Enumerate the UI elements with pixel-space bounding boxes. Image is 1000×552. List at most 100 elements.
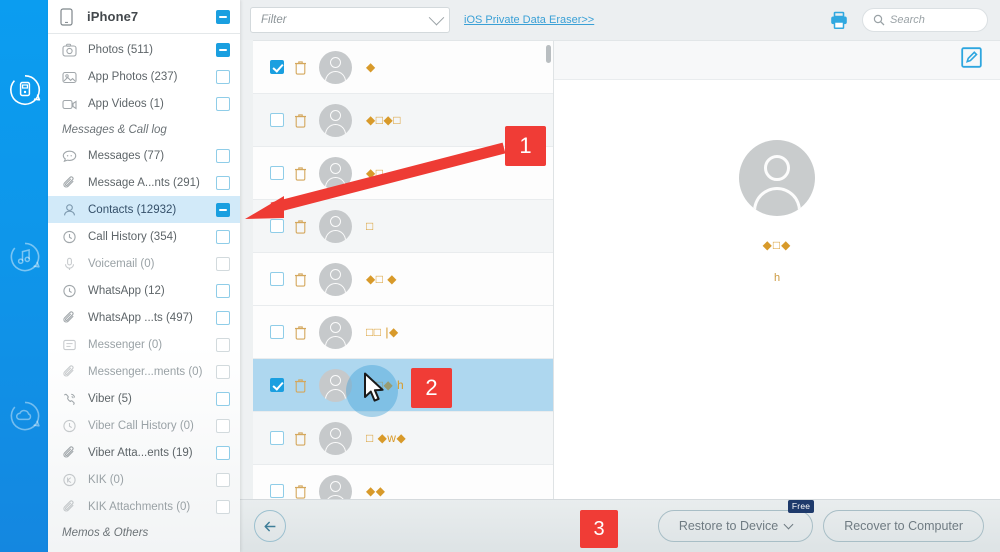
sidebar-item-viber-call-history[interactable]: Viber Call History (0) bbox=[48, 412, 240, 439]
row-checkbox[interactable] bbox=[270, 431, 284, 445]
sidebar-item-label: WhatsApp (12) bbox=[88, 284, 165, 297]
sidebar-checkbox-voicemail[interactable] bbox=[216, 256, 230, 271]
search-icon bbox=[873, 14, 885, 26]
sidebar-item-whatsapp-attachments[interactable]: WhatsApp ...ts (497) bbox=[48, 304, 240, 331]
edit-button[interactable] bbox=[961, 47, 982, 73]
paperclip-icon bbox=[62, 175, 81, 190]
detail-contact-name: ◆□◆ bbox=[762, 238, 792, 252]
list-scrollbar[interactable] bbox=[546, 45, 551, 63]
sidebar-checkbox-contacts[interactable] bbox=[216, 202, 230, 217]
contact-name: □ ◆w◆ bbox=[366, 431, 407, 445]
sidebar-checkbox-app-videos[interactable] bbox=[216, 96, 230, 111]
sidebar-item-call-history[interactable]: Call History (354) bbox=[48, 223, 240, 250]
row-checkbox[interactable] bbox=[270, 484, 284, 498]
delete-icon[interactable] bbox=[292, 431, 308, 446]
contact-name: ◆□◆□ bbox=[366, 113, 401, 127]
sidebar-item-label: Messages (77) bbox=[88, 149, 165, 162]
row-checkbox[interactable] bbox=[270, 113, 284, 127]
table-row[interactable]: ◆ bbox=[253, 41, 553, 94]
table-row[interactable]: ◆□ ◆ bbox=[253, 253, 553, 306]
sidebar-checkbox-kik[interactable] bbox=[216, 472, 230, 487]
content-split: ◆ ◆□◆□ ◆□ □ ◆□ ◆ □□ |◆ ◆□◆ h □ ◆w◆ ◆◆ ◆□… bbox=[240, 40, 1000, 499]
recover-to-computer-label: Recover to Computer bbox=[844, 519, 963, 533]
sidebar-checkbox-whatsapp[interactable] bbox=[216, 283, 230, 298]
avatar bbox=[319, 421, 352, 455]
sidebar-item-app-photos[interactable]: App Photos (237) bbox=[48, 63, 240, 90]
rail-item-recover-from-ios-device[interactable] bbox=[7, 72, 43, 108]
sidebar-item-label: Message A...nts (291) bbox=[88, 176, 200, 189]
table-row[interactable]: ◆□◆ h bbox=[253, 359, 553, 412]
ios-private-data-eraser-link[interactable]: iOS Private Data Eraser>> bbox=[464, 14, 594, 26]
sidebar-item-viber-attachments[interactable]: Viber Atta...ents (19) bbox=[48, 439, 240, 466]
sidebar-item-whatsapp[interactable]: WhatsApp (12) bbox=[48, 277, 240, 304]
row-checkbox[interactable] bbox=[270, 378, 284, 392]
table-row[interactable]: ◆◆ bbox=[253, 465, 553, 499]
row-checkbox[interactable] bbox=[270, 219, 284, 233]
sidebar-checkbox-viber[interactable] bbox=[216, 391, 230, 406]
table-row[interactable]: □ ◆w◆ bbox=[253, 412, 553, 465]
sidebar-checkbox-app-photos[interactable] bbox=[216, 69, 230, 84]
rail-item-recover-music[interactable] bbox=[7, 239, 43, 275]
delete-icon[interactable] bbox=[292, 272, 308, 287]
sidebar-item-label: Photos (511) bbox=[88, 43, 153, 56]
sidebar-item-label: KIK (0) bbox=[88, 473, 124, 486]
sidebar-item-messenger[interactable]: Messenger (0) bbox=[48, 331, 240, 358]
delete-icon[interactable] bbox=[292, 60, 308, 75]
annotation-step-1: 1 bbox=[505, 126, 546, 166]
chevron-down-icon bbox=[428, 9, 445, 25]
sidebar-item-contacts[interactable]: Contacts (12932) bbox=[48, 196, 240, 223]
sidebar-item-app-videos[interactable]: App Videos (1) bbox=[48, 90, 240, 117]
row-checkbox[interactable] bbox=[270, 166, 284, 180]
sidebar-checkbox-whatsapp-attachments[interactable] bbox=[216, 310, 230, 325]
sidebar-item-label: Viber (5) bbox=[88, 392, 132, 405]
back-button[interactable] bbox=[254, 510, 286, 542]
recover-to-computer-button[interactable]: Recover to Computer bbox=[823, 510, 984, 542]
person-icon bbox=[62, 203, 81, 217]
chat-icon bbox=[62, 149, 81, 163]
sidebar-checkbox-messenger[interactable] bbox=[216, 337, 230, 352]
sidebar-item-message-attachments[interactable]: Message A...nts (291) bbox=[48, 169, 240, 196]
row-checkbox[interactable] bbox=[270, 272, 284, 286]
search-input[interactable]: Search bbox=[862, 8, 988, 32]
delete-icon[interactable] bbox=[292, 484, 308, 499]
sidebar-item-kik[interactable]: KIK (0) bbox=[48, 466, 240, 493]
table-row[interactable]: □□ |◆ bbox=[253, 306, 553, 359]
sidebar-item-kik-attachments[interactable]: KIK Attachments (0) bbox=[48, 493, 240, 520]
sidebar-checkbox-messages[interactable] bbox=[216, 148, 230, 163]
delete-icon[interactable] bbox=[292, 113, 308, 128]
filter-dropdown[interactable]: Filter bbox=[250, 7, 450, 33]
avatar bbox=[739, 140, 815, 216]
sidebar-item-messenger-attachments[interactable]: Messenger...ments (0) bbox=[48, 358, 240, 385]
row-checkbox[interactable] bbox=[270, 325, 284, 339]
sidebar-checkbox-kik-attachments[interactable] bbox=[216, 499, 230, 514]
table-row[interactable]: □ bbox=[253, 200, 553, 253]
sidebar-checkbox-messenger-attachments[interactable] bbox=[216, 364, 230, 379]
print-button[interactable] bbox=[826, 7, 852, 33]
bottom-action-bar: Restore to Device Free Recover to Comput… bbox=[240, 499, 1000, 552]
contact-name: □□ |◆ bbox=[366, 325, 399, 339]
rail-item-recover-from-icloud[interactable] bbox=[7, 398, 43, 434]
restore-to-device-button[interactable]: Restore to Device Free bbox=[657, 500, 815, 542]
sidebar-checkbox-call-history[interactable] bbox=[216, 229, 230, 244]
sidebar-item-label: Messenger...ments (0) bbox=[88, 365, 203, 378]
sidebar-item-voicemail[interactable]: Voicemail (0) bbox=[48, 250, 240, 277]
delete-icon[interactable] bbox=[292, 325, 308, 340]
sidebar-item-label: App Videos (1) bbox=[88, 97, 164, 110]
sidebar-checkbox-message-attachments[interactable] bbox=[216, 175, 230, 190]
sidebar-item-photos[interactable]: Photos (511) bbox=[48, 36, 240, 63]
device-checkbox[interactable] bbox=[216, 9, 230, 24]
delete-icon[interactable] bbox=[292, 219, 308, 234]
row-checkbox[interactable] bbox=[270, 60, 284, 74]
sidebar-checkbox-photos[interactable] bbox=[216, 42, 230, 57]
sidebar-group-messages-call-log: Messages & Call log bbox=[62, 123, 167, 136]
device-refresh-icon bbox=[10, 74, 41, 105]
delete-icon[interactable] bbox=[292, 378, 308, 393]
contact-name: ◆□ ◆ bbox=[366, 272, 398, 286]
sidebar-checkbox-viber-attachments[interactable] bbox=[216, 445, 230, 460]
sidebar-item-label: KIK Attachments (0) bbox=[88, 500, 191, 513]
sidebar-item-viber[interactable]: Viber (5) bbox=[48, 385, 240, 412]
sidebar-item-messages[interactable]: Messages (77) bbox=[48, 142, 240, 169]
device-header[interactable]: iPhone7 bbox=[48, 0, 240, 34]
sidebar-checkbox-viber-call-history[interactable] bbox=[216, 418, 230, 433]
delete-icon[interactable] bbox=[292, 166, 308, 181]
